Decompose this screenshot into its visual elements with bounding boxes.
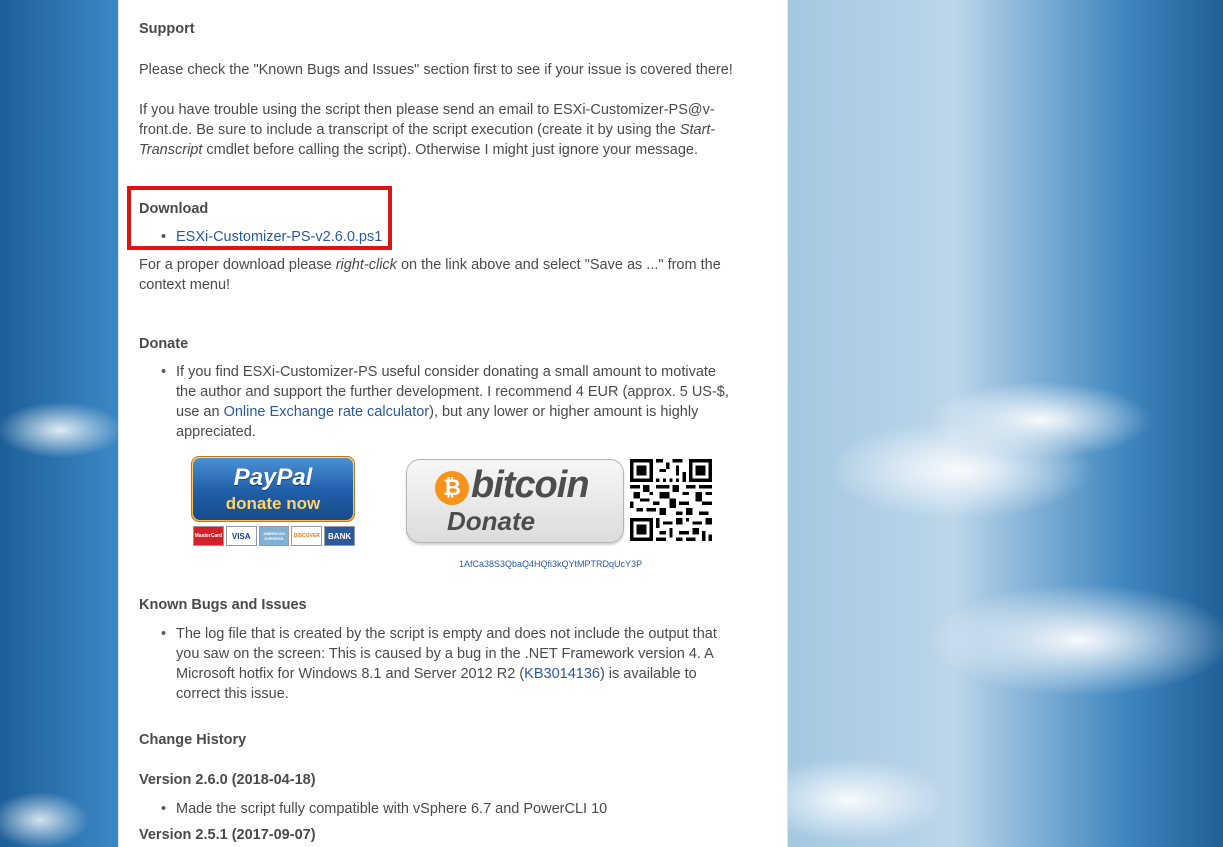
qr-finder-top-right bbox=[689, 459, 712, 482]
paypal-logo-text: PayPal bbox=[233, 464, 313, 491]
kb3014136-link[interactable]: KB3014136 bbox=[524, 666, 600, 682]
bank-icon: BANK bbox=[324, 526, 355, 546]
qr-finder-bottom-left bbox=[630, 518, 653, 541]
download-note-em: right-click bbox=[335, 257, 397, 273]
bitcoin-qr-code bbox=[630, 459, 712, 541]
bitcoin-address[interactable]: 1AfCa38S3QbaQ4HQfi3kQYtMPTRDqUcY3P bbox=[459, 559, 642, 569]
support-p2-line2-em: Start- bbox=[679, 122, 716, 138]
discover-icon: DISCOVER bbox=[291, 526, 323, 546]
bitcoin-logo-text: bitcoin bbox=[471, 464, 590, 506]
donate-list-item: If you find ESXi-Customizer-PS useful co… bbox=[161, 362, 736, 442]
paypal-button-body: PayPal donate now bbox=[193, 458, 353, 520]
support-heading: Support bbox=[139, 21, 195, 37]
version-2-6-0-item: Made the script fully compatible with vS… bbox=[161, 799, 736, 819]
paypal-donate-button[interactable]: PayPal donate now MasterCard VISA AMERIC… bbox=[191, 456, 355, 548]
download-note-line2: context menu! bbox=[139, 277, 231, 293]
paypal-button-frame: PayPal donate now bbox=[191, 456, 355, 522]
qr-finder-top-left bbox=[630, 459, 653, 482]
support-p2-line1: If you have trouble using the script the… bbox=[139, 102, 715, 118]
donate-heading: Donate bbox=[139, 336, 189, 352]
bitcoin-coin-icon: ₿ bbox=[435, 471, 469, 505]
support-p2-line2: front.de. Be sure to include a transcrip… bbox=[139, 122, 680, 138]
version-2-6-0-heading: Version 2.6.0 (2018-04-18) bbox=[139, 772, 316, 788]
content-page: Support Please check the "Known Bugs and… bbox=[118, 0, 788, 847]
paypal-donate-now-text: donate now bbox=[225, 494, 321, 513]
download-link[interactable]: ESXi-Customizer-PS-v2.6.0.ps1 bbox=[176, 229, 382, 245]
support-p2-line3: cmdlet before calling the script). Other… bbox=[202, 142, 699, 158]
download-list-item: ESXi-Customizer-PS-v2.6.0.ps1 bbox=[161, 227, 736, 247]
bugs-list-item: The log file that is created by the scri… bbox=[161, 624, 736, 704]
version-2-5-1-heading: Version 2.5.1 (2017-09-07) bbox=[139, 827, 316, 843]
download-note-a: For a proper download please bbox=[139, 257, 336, 273]
mastercard-icon: MasterCard bbox=[193, 526, 224, 546]
amex-icon: AMERICAN EXPRESS bbox=[258, 526, 290, 546]
download-heading: Download bbox=[139, 201, 209, 217]
download-note: For a proper download please right-click… bbox=[139, 255, 754, 295]
download-note-b: on the link above and select "Save as ..… bbox=[396, 257, 721, 273]
support-paragraph-1: Please check the "Known Bugs and Issues"… bbox=[139, 62, 733, 78]
bitcoin-donate-text: Donate bbox=[447, 506, 536, 536]
history-heading: Change History bbox=[139, 732, 247, 748]
payment-cards: MasterCard VISA AMERICAN EXPRESS DISCOVE… bbox=[193, 526, 355, 546]
bugs-heading: Known Bugs and Issues bbox=[139, 597, 307, 613]
visa-icon: VISA bbox=[225, 526, 257, 546]
exchange-rate-link[interactable]: Online Exchange rate calculator bbox=[224, 404, 430, 420]
support-p2-line3-em: Transcript bbox=[139, 142, 203, 158]
support-paragraph-2: If you have trouble using the script the… bbox=[139, 100, 754, 160]
bitcoin-donate-button[interactable]: ₿ bitcoin Donate bbox=[406, 459, 624, 543]
